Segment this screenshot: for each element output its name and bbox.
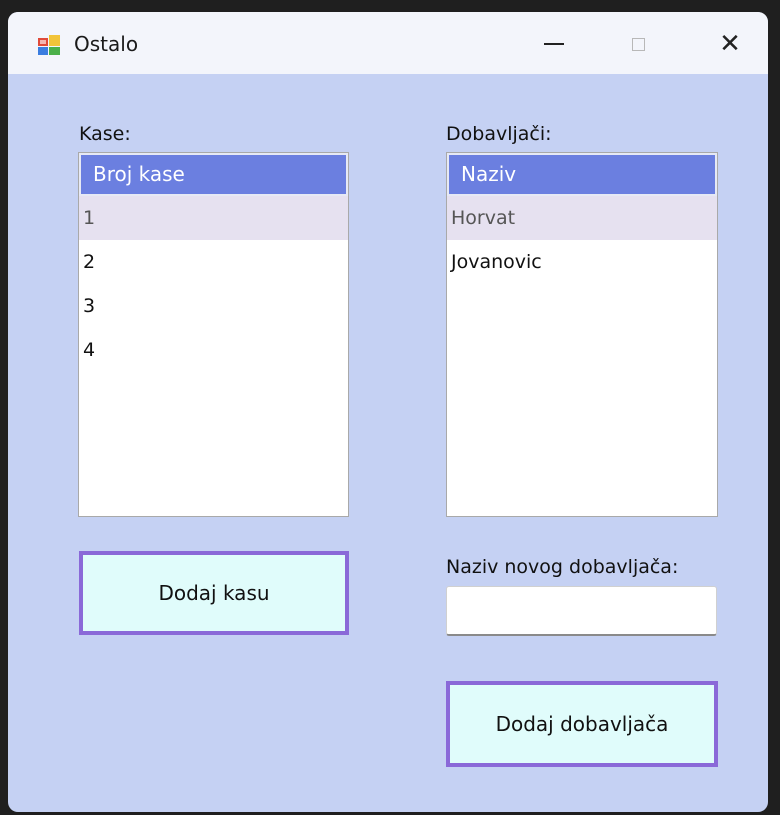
- maximize-button[interactable]: [614, 22, 662, 66]
- dobavljaci-column-header[interactable]: Naziv: [447, 153, 717, 196]
- kase-list-item[interactable]: 3: [79, 284, 348, 328]
- kase-listview[interactable]: Broj kase 1234: [78, 152, 349, 517]
- close-icon: ✕: [719, 29, 741, 59]
- kase-items: 1234: [79, 196, 348, 372]
- close-button[interactable]: ✕: [706, 22, 754, 66]
- new-supplier-label: Naziv novog dobavljača:: [446, 556, 679, 578]
- add-register-button[interactable]: Dodaj kasu: [79, 551, 349, 635]
- title-bar[interactable]: Ostalo ✕: [8, 12, 768, 74]
- maximize-icon: [631, 37, 645, 51]
- winforms-app-icon: [38, 35, 60, 55]
- ostalo-window: Ostalo ✕ Kase: Broj kase 1234 Dobavljači…: [8, 12, 768, 812]
- add-supplier-button[interactable]: Dodaj dobavljača: [446, 681, 718, 767]
- kase-list-item[interactable]: 2: [79, 240, 348, 284]
- dobavljac-list-item[interactable]: Jovanovic: [447, 240, 717, 284]
- dobavljaci-items: Horvat Jovanovic: [447, 196, 717, 284]
- dobavljaci-listview[interactable]: Naziv Horvat Jovanovic: [446, 152, 718, 517]
- kase-list-item[interactable]: 1: [79, 196, 348, 240]
- minimize-button[interactable]: [530, 22, 578, 66]
- window-title: Ostalo: [74, 32, 139, 56]
- kase-label: Kase:: [79, 123, 131, 145]
- dobavljac-list-item[interactable]: Horvat: [447, 196, 717, 240]
- kase-column-header[interactable]: Broj kase: [79, 153, 348, 196]
- new-supplier-input[interactable]: [446, 586, 717, 636]
- minimize-icon: [544, 43, 564, 45]
- kase-list-item[interactable]: 4: [79, 328, 348, 372]
- dobavljaci-label: Dobavljači:: [446, 123, 552, 145]
